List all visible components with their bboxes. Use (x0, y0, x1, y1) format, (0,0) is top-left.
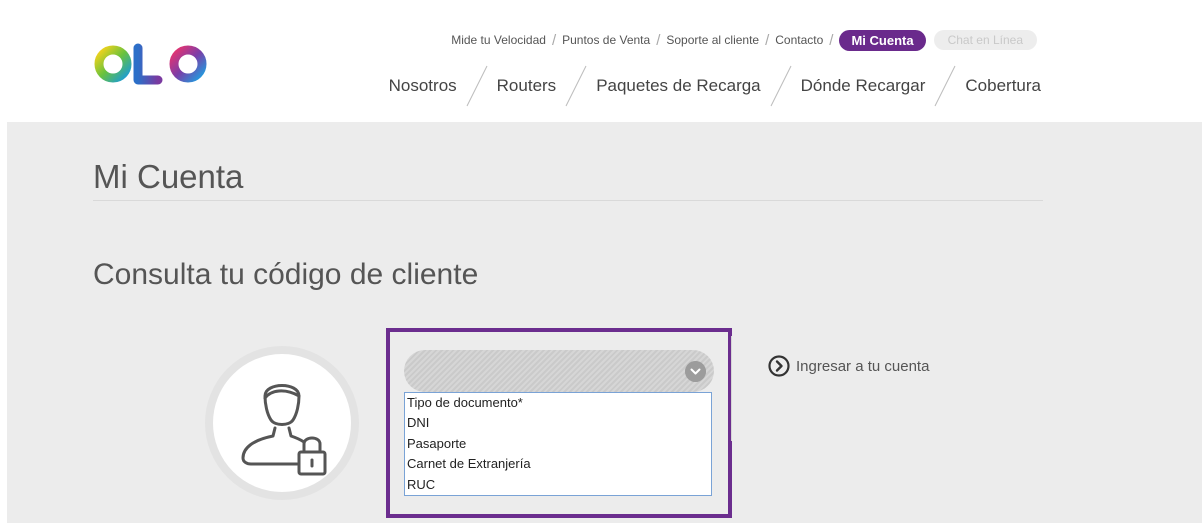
document-type-options: Tipo de documento* DNI Pasaporte Carnet … (404, 392, 712, 496)
nav-separator (770, 65, 792, 107)
option-tipo-documento[interactable]: Tipo de documento* (405, 393, 711, 413)
nav-separator (466, 65, 488, 107)
document-form-highlight: Tipo de documento* DNI Pasaporte Carnet … (386, 328, 732, 518)
page-title: Mi Cuenta (93, 158, 244, 195)
user-lock-icon (241, 384, 327, 476)
nav-item-cobertura[interactable]: Cobertura (965, 76, 1041, 96)
login-link-label[interactable]: Ingresar a tu cuenta (796, 358, 929, 375)
separator: / (551, 31, 557, 49)
main-content: Mi Cuenta Consulta tu código de cliente … (7, 122, 1202, 523)
nav-separator (565, 65, 587, 107)
nav-item-donde[interactable]: Dónde Recargar (801, 76, 926, 96)
top-link-soporte[interactable]: Soporte al cliente (666, 33, 759, 47)
olo-logo[interactable] (94, 40, 210, 88)
top-link-contacto[interactable]: Contacto (775, 33, 823, 47)
top-link-puntos[interactable]: Puntos de Venta (562, 33, 650, 47)
separator: / (765, 31, 770, 49)
site-header: Mide tu Velocidad / Puntos de Venta / So… (0, 0, 1202, 122)
separator: / (656, 31, 661, 49)
login-link[interactable]: Ingresar a tu cuenta (768, 355, 929, 377)
option-dni[interactable]: DNI (405, 413, 711, 433)
avatar (205, 346, 359, 500)
nav-item-paquetes[interactable]: Paquetes de Recarga (596, 76, 760, 96)
option-pasaporte[interactable]: Pasaporte (405, 434, 711, 454)
top-link-velocidad[interactable]: Mide tu Velocidad (451, 33, 546, 47)
chat-button[interactable]: Chat en Línea (933, 30, 1037, 50)
main-nav: Nosotros Routers Paquetes de Recarga Dón… (389, 64, 1041, 108)
mi-cuenta-button[interactable]: Mi Cuenta (839, 29, 926, 51)
nav-item-nosotros[interactable]: Nosotros (389, 76, 457, 96)
divider (93, 200, 1043, 201)
document-type-select[interactable] (404, 350, 714, 392)
separator: / (829, 31, 834, 49)
chevron-down-icon[interactable] (685, 361, 706, 382)
nav-separator (934, 65, 956, 107)
option-carnet-extranjeria[interactable]: Carnet de Extranjería (405, 454, 711, 474)
option-ruc[interactable]: RUC (405, 475, 711, 495)
top-nav: Mide tu Velocidad / Puntos de Venta / So… (451, 29, 1037, 51)
arrow-circle-right-icon (768, 355, 790, 377)
divider (731, 336, 732, 441)
nav-item-routers[interactable]: Routers (497, 76, 557, 96)
section-title: Consulta tu código de cliente (93, 258, 479, 291)
